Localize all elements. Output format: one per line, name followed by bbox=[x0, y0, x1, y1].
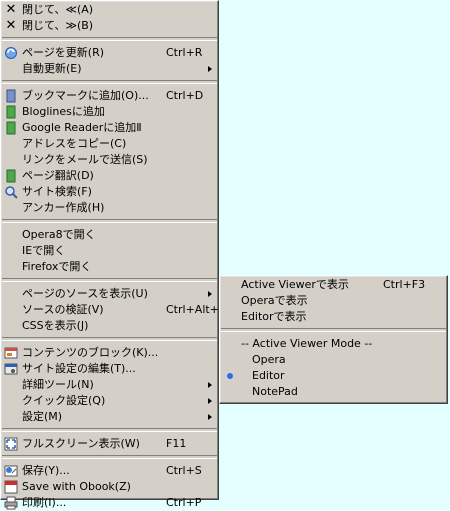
auto-reload-item[interactable]: 自動更新(E) bbox=[1, 61, 218, 77]
search-icon bbox=[4, 185, 18, 199]
mode-editor-item[interactable]: Editor bbox=[220, 368, 447, 384]
separator bbox=[2, 337, 217, 341]
reload-item[interactable]: ページを更新(R) Ctrl+R bbox=[1, 45, 218, 61]
reload-icon bbox=[4, 46, 18, 60]
edit-site-settings-item[interactable]: サイト設定の編集(T)... bbox=[1, 361, 218, 377]
open-firefox-item[interactable]: Firefoxで開く bbox=[1, 259, 218, 275]
separator bbox=[2, 278, 217, 282]
detail-tools-item[interactable]: 詳細ツール(N) bbox=[1, 377, 218, 393]
submenu-arrow-icon bbox=[208, 382, 212, 388]
separator bbox=[2, 428, 217, 432]
fullscreen-item[interactable]: フルスクリーン表示(W) F11 bbox=[1, 436, 218, 452]
site-settings-icon bbox=[4, 362, 18, 376]
separator bbox=[2, 219, 217, 223]
page-context-menu: ✕ 閉じて、≪(A) ✕ 閉じて、≫(B) ページを更新(R) Ctrl+R 自… bbox=[0, 0, 226, 510]
copy-address-item[interactable]: アドレスをコピー(C) bbox=[1, 136, 218, 152]
submenu-arrow-icon bbox=[208, 66, 212, 72]
close-left-item[interactable]: ✕ 閉じて、≪(A) bbox=[1, 2, 218, 18]
submenu-arrow-icon bbox=[208, 398, 212, 404]
bookmark-icon bbox=[4, 105, 18, 119]
separator bbox=[2, 455, 217, 459]
view-source-item[interactable]: ページのソースを表示(U) bbox=[1, 286, 218, 302]
opera-view-item[interactable]: Operaで表示 bbox=[220, 293, 447, 309]
bookmark-item[interactable]: ブックマークに追加(O)... Ctrl+D bbox=[1, 88, 218, 104]
bookmark-icon bbox=[4, 169, 18, 183]
editor-view-item[interactable]: Editorで表示 bbox=[220, 309, 447, 325]
mail-link-item[interactable]: リンクをメールで送信(S) bbox=[1, 152, 218, 168]
bloglines-item[interactable]: Bloglinesに追加 bbox=[1, 104, 218, 120]
obook-icon bbox=[4, 480, 18, 494]
submenu-arrow-icon bbox=[208, 414, 212, 420]
bookmark-icon bbox=[4, 121, 18, 135]
close-icon: ✕ bbox=[5, 18, 17, 33]
submenu-arrow-icon bbox=[208, 291, 212, 297]
separator bbox=[221, 328, 446, 332]
block-content-item[interactable]: コンテンツのブロック(K)... bbox=[1, 345, 218, 361]
printer-icon bbox=[4, 496, 18, 510]
radio-selected-icon bbox=[227, 373, 233, 379]
google-reader-item[interactable]: Google Readerに追加Ⅱ bbox=[1, 120, 218, 136]
active-viewer-item[interactable]: Active Viewerで表示 Ctrl+F3 bbox=[220, 277, 447, 293]
create-anchor-item[interactable]: アンカー作成(H) bbox=[1, 200, 218, 216]
site-search-item[interactable]: サイト検索(F) bbox=[1, 184, 218, 200]
save-item[interactable]: 保存(Y)... Ctrl+S bbox=[1, 463, 218, 479]
print-item[interactable]: 印刷(I)... Ctrl+P bbox=[1, 495, 218, 511]
open-ie-item[interactable]: IEで開く bbox=[1, 243, 218, 259]
mode-opera-item[interactable]: Opera bbox=[220, 352, 447, 368]
view-source-submenu: Active Viewerで表示 Ctrl+F3 Operaで表示 Editor… bbox=[219, 275, 448, 404]
save-obook-item[interactable]: Save with Obook(Z) bbox=[1, 479, 218, 495]
settings-item[interactable]: 設定(M) bbox=[1, 409, 218, 425]
separator bbox=[2, 37, 217, 41]
show-css-item[interactable]: CSSを表示(J) bbox=[1, 318, 218, 334]
save-icon bbox=[4, 464, 18, 478]
fullscreen-icon bbox=[4, 437, 18, 451]
block-content-icon bbox=[4, 346, 18, 360]
translate-item[interactable]: ページ翻訳(D) bbox=[1, 168, 218, 184]
validate-source-item[interactable]: ソースの検証(V) Ctrl+Alt+V bbox=[1, 302, 226, 318]
mode-header: -- Active Viewer Mode -- bbox=[241, 337, 373, 350]
close-right-item[interactable]: ✕ 閉じて、≫(B) bbox=[1, 18, 218, 34]
bookmark-icon bbox=[4, 89, 18, 103]
mode-notepad-item[interactable]: NotePad bbox=[220, 384, 447, 400]
open-opera8-item[interactable]: Opera8で開く bbox=[1, 227, 218, 243]
close-icon: ✕ bbox=[5, 2, 17, 17]
separator bbox=[2, 80, 217, 84]
quick-settings-item[interactable]: クイック設定(Q) bbox=[1, 393, 218, 409]
